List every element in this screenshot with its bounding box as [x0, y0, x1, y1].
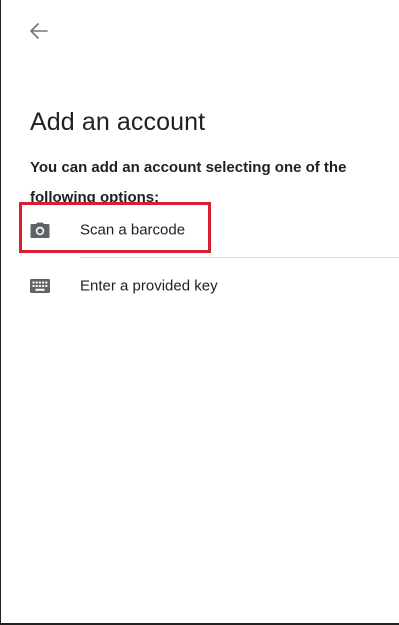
page-subtitle: You can add an account selecting one of … [30, 159, 347, 206]
scan-barcode-label: Scan a barcode [80, 221, 186, 239]
scan-barcode-option[interactable]: Scan a barcode [1, 206, 399, 254]
option-divider [80, 257, 399, 258]
enter-key-option[interactable]: Enter a provided key [1, 262, 399, 310]
app-screen: Add an account You can add an account se… [0, 0, 399, 625]
camera-icon [30, 222, 50, 238]
enter-key-label: Enter a provided key [80, 277, 218, 295]
page-title: Add an account [30, 108, 206, 136]
keyboard-icon [30, 278, 50, 294]
back-button[interactable] [27, 19, 51, 43]
arrow-left-icon [30, 23, 48, 39]
